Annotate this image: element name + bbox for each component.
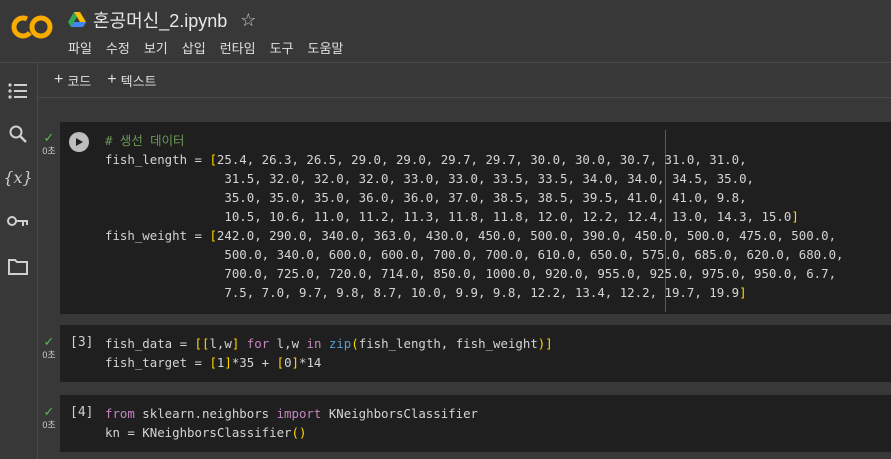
drive-icon xyxy=(68,12,86,27)
plus-icon: + xyxy=(54,71,64,88)
check-icon: ✓ xyxy=(43,334,55,349)
exec-time: 0초 xyxy=(42,420,56,430)
code-line: 10.5, 10.6, 11.0, 11.2, 11.3, 11.8, 11.8… xyxy=(105,209,799,224)
add-code-button[interactable]: + 코드 xyxy=(54,71,91,90)
notebook-title[interactable]: 혼공머신_2.ipynb xyxy=(93,7,227,33)
code-line: fish_target = [1]*35 + [0]*14 xyxy=(105,355,322,370)
menu-item[interactable]: 파일 xyxy=(68,38,92,57)
check-icon: ✓ xyxy=(43,130,55,145)
code-line: 7.5, 7.0, 9.7, 9.8, 8.7, 10.0, 9.9, 9.8,… xyxy=(105,285,747,300)
menu-item[interactable]: 보기 xyxy=(144,38,168,57)
left-rail: {x} xyxy=(0,63,38,459)
add-text-label: 텍스트 xyxy=(120,73,157,89)
code-line: fish_weight = [242.0, 290.0, 340.0, 363.… xyxy=(105,228,837,243)
cell-toolbar: + 코드 + 텍스트 xyxy=(38,63,891,98)
code-editor[interactable]: # 생선 데이터 fish_length = [25.4, 26.3, 26.5,… xyxy=(105,131,844,302)
code-line: kn = KNeighborsClassifier() xyxy=(105,425,307,440)
colab-logo[interactable] xyxy=(10,12,54,42)
star-icon[interactable]: ☆ xyxy=(240,10,256,31)
code-line: from sklearn.neighbors import KNeighbors… xyxy=(105,406,479,421)
exec-count: [4] xyxy=(70,405,94,420)
code-line: # 생선 데이터 xyxy=(105,133,185,148)
code-cell[interactable]: [4] from sklearn.neighbors import KNeigh… xyxy=(60,395,891,452)
code-line: 700.0, 725.0, 720.0, 714.0, 850.0, 1000.… xyxy=(105,266,837,281)
menu-bar: 파일 수정 보기 삽입 런타임 도구 도움말 xyxy=(68,38,343,57)
run-cell-button[interactable] xyxy=(69,132,89,152)
plus-icon: + xyxy=(107,71,117,88)
code-line: 35.0, 35.0, 35.0, 36.0, 36.0, 37.0, 38.5… xyxy=(105,190,747,205)
menu-item[interactable]: 도움말 xyxy=(308,38,344,57)
key-icon[interactable] xyxy=(6,209,30,233)
top-bar: 혼공머신_2.ipynb ☆ 파일 수정 보기 삽입 런타임 도구 도움말 xyxy=(0,0,891,63)
toc-icon[interactable] xyxy=(6,79,30,103)
code-editor[interactable]: fish_data = [[l,w] for l,w in zip(fish_l… xyxy=(105,334,553,372)
variables-icon[interactable]: {x} xyxy=(3,165,32,189)
code-line: fish_data = [[l,w] for l,w in zip(fish_l… xyxy=(105,336,553,351)
cell-status: ✓ 0초 xyxy=(40,335,58,361)
code-cell[interactable]: # 생선 데이터 fish_length = [25.4, 26.3, 26.5,… xyxy=(60,122,891,314)
cell-status: ✓ 0초 xyxy=(40,405,58,431)
menu-item[interactable]: 런타임 xyxy=(220,38,256,57)
menu-item[interactable]: 수정 xyxy=(106,38,130,57)
code-line: fish_length = [25.4, 26.3, 26.5, 29.0, 2… xyxy=(105,152,747,167)
code-editor[interactable]: from sklearn.neighbors import KNeighbors… xyxy=(105,404,478,442)
title-row: 혼공머신_2.ipynb ☆ xyxy=(68,8,256,32)
folder-icon[interactable] xyxy=(6,254,30,278)
exec-time: 0초 xyxy=(42,350,56,360)
exec-time: 0초 xyxy=(42,146,56,156)
add-text-button[interactable]: + 텍스트 xyxy=(107,71,156,90)
exec-count: [3] xyxy=(70,335,94,350)
code-line: 500.0, 340.0, 600.0, 600.0, 700.0, 700.0… xyxy=(105,247,844,262)
code-line: 31.5, 32.0, 32.0, 32.0, 33.0, 33.0, 33.5… xyxy=(105,171,755,186)
add-code-label: 코드 xyxy=(67,73,92,89)
check-icon: ✓ xyxy=(43,404,55,419)
code-cell[interactable]: [3] fish_data = [[l,w] for l,w in zip(fi… xyxy=(60,325,891,382)
menu-item[interactable]: 삽입 xyxy=(182,38,206,57)
search-icon[interactable] xyxy=(6,122,30,146)
cell-status: ✓ 0초 xyxy=(40,131,58,157)
menu-item[interactable]: 도구 xyxy=(270,38,294,57)
